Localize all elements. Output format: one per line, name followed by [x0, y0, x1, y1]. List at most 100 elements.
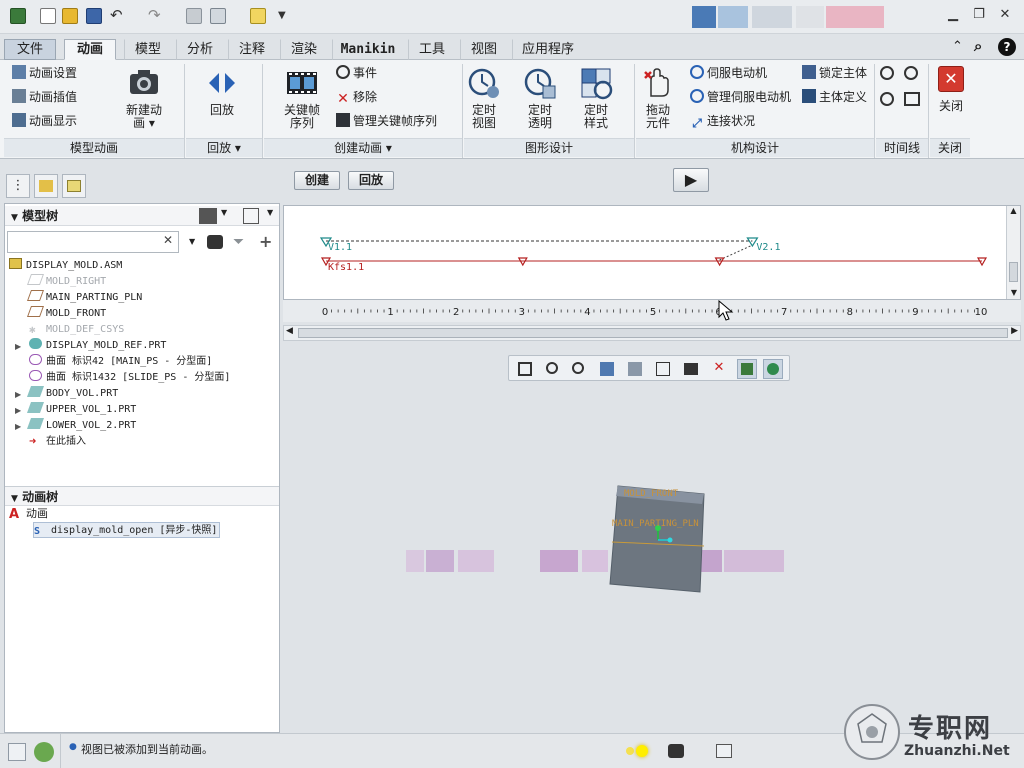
lock-body-button[interactable]: 锁定主体 [802, 63, 867, 83]
connection-status-button[interactable]: ⤢ 连接状况 [690, 111, 755, 131]
collapse-arrow-icon[interactable]: ▼ [5, 494, 18, 504]
display-style-icon[interactable] [625, 359, 645, 379]
tree-item-surface[interactable]: 曲面 标识1432 [SLIDE_PS - 分型面] [29, 370, 230, 386]
zoom-in-icon[interactable] [543, 359, 563, 379]
expand-arrow-icon[interactable]: ▶ [15, 406, 21, 415]
open-folder-icon[interactable] [62, 8, 78, 24]
body-definition-button[interactable]: 主体定义 [802, 87, 867, 107]
tree-item-datum-plane[interactable]: MOLD_RIGHT [26, 274, 106, 290]
drag-component-button[interactable]: 拖动 元件 [638, 66, 678, 130]
create-button[interactable]: 创建 [294, 171, 340, 190]
windows-icon[interactable] [210, 8, 226, 24]
expand-arrow-icon[interactable]: ▶ [15, 390, 21, 399]
tree-search-input[interactable] [7, 231, 179, 253]
manage-servo-button[interactable]: 管理伺服电动机 [690, 87, 791, 107]
show-dropdown-icon[interactable]: ▼ [267, 208, 273, 217]
binoculars-icon[interactable] [207, 235, 223, 249]
zoom-out-icon[interactable] [569, 359, 589, 379]
tree-toggle-icon[interactable] [8, 743, 26, 761]
scroll-thumb[interactable] [1009, 262, 1018, 282]
minimize-icon[interactable]: ▁ [946, 8, 960, 22]
search-dropdown-icon[interactable]: ▼ [189, 237, 195, 246]
scroll-right-icon[interactable]: ▶ [1011, 326, 1018, 336]
animation-interp-button[interactable]: 动画插值 [12, 87, 77, 107]
group-label-playback[interactable]: 回放 ▾ [186, 138, 262, 157]
group-label-create-animation[interactable]: 创建动画 ▾ [264, 138, 462, 157]
redo-icon[interactable]: ↷ [148, 8, 164, 24]
add-icon[interactable]: + [259, 232, 272, 251]
clear-search-icon[interactable]: ✕ [163, 233, 173, 247]
expand-arrow-icon[interactable]: ▶ [15, 422, 21, 431]
tab-model[interactable]: 模型 [124, 39, 172, 60]
quick-access-dropdown-icon[interactable]: ▼ [278, 8, 294, 24]
help-icon[interactable]: ? [998, 38, 1016, 56]
folder-tab[interactable] [34, 174, 58, 198]
tree-item-part[interactable]: DISPLAY_MOLD_REF.PRT [29, 338, 166, 354]
timed-view-button[interactable]: 定时 视图 [464, 66, 504, 130]
timeline-vertical-scrollbar[interactable]: ▲ ▼ [1006, 206, 1020, 299]
timeline-frame-icon[interactable] [904, 92, 920, 106]
chevron-up-icon[interactable]: ⌃ [952, 39, 963, 54]
event-button[interactable]: 事件 [336, 63, 377, 83]
tree-item-datum-plane[interactable]: MAIN_PARTING_PLN [26, 290, 142, 306]
tab-file[interactable]: 文件 [4, 39, 56, 60]
playback-button[interactable]: 回放 [196, 66, 248, 117]
refit-icon[interactable] [515, 359, 535, 379]
tab-tools[interactable]: 工具 [408, 39, 456, 60]
manage-keyframe-sequence-button[interactable]: 管理关键帧序列 [336, 111, 437, 131]
play-button[interactable]: ▶ [673, 168, 709, 192]
tab-render[interactable]: 渲染 [280, 39, 328, 60]
regenerate-icon[interactable] [186, 8, 202, 24]
horizontal-scroll-thumb[interactable] [298, 328, 1008, 338]
settings-dropdown-icon[interactable]: ▼ [221, 208, 227, 217]
tree-item-assembly[interactable]: DISPLAY_MOLD.ASM [9, 258, 122, 274]
scroll-up-icon[interactable]: ▲ [1007, 206, 1020, 215]
collapse-arrow-icon[interactable]: ▼ [5, 213, 18, 223]
show-options-icon[interactable] [243, 208, 259, 224]
tab-manikin[interactable]: Manikin [332, 39, 404, 60]
find-binoculars-icon[interactable] [668, 744, 684, 758]
annotation-display-icon[interactable] [763, 359, 783, 379]
tree-item-surface[interactable]: 曲面 标识42 [MAIN_PS - 分型面] [29, 354, 212, 370]
save-icon[interactable] [86, 8, 102, 24]
zoom-in-icon[interactable] [880, 66, 894, 80]
browser-toggle-icon[interactable] [34, 742, 54, 762]
saved-orientations-icon[interactable] [653, 359, 673, 379]
tab-view[interactable]: 视图 [460, 39, 508, 60]
tree-item-volume[interactable]: BODY_VOL.PRT [26, 386, 118, 402]
playback-mode-button[interactable]: 回放 [348, 171, 394, 190]
timed-style-button[interactable]: 定时 样式 [576, 66, 616, 130]
model-tree-tab[interactable]: ⋮ [6, 174, 30, 198]
close-icon[interactable]: ✕ [998, 8, 1012, 22]
favorites-tab[interactable] [62, 174, 86, 198]
tab-annotation[interactable]: 注释 [228, 39, 276, 60]
search-icon[interactable]: ⌕ [974, 37, 982, 55]
remove-button[interactable]: ✕ 移除 [336, 87, 377, 107]
timeline-horizontal-scrollbar[interactable]: ◀ ▶ [283, 325, 1021, 341]
tree-item-volume[interactable]: UPPER_VOL_1.PRT [26, 402, 136, 418]
undo-icon[interactable]: ↶ [110, 8, 126, 24]
servo-motor-button[interactable]: 伺服电动机 [690, 63, 767, 83]
tree-settings-icon[interactable] [199, 208, 217, 224]
new-file-icon[interactable] [40, 8, 56, 24]
repaint-icon[interactable] [597, 359, 617, 379]
animation-settings-button[interactable]: 动画设置 [12, 63, 77, 83]
expand-arrow-icon[interactable]: ▶ [15, 342, 21, 351]
filter-icon[interactable]: ⏷ [233, 234, 244, 250]
keyframe-sequence-button[interactable]: 关键帧 序列 [276, 66, 328, 130]
datum-display-icon[interactable]: ✕ [709, 359, 729, 379]
animation-tree-root[interactable]: A 动画 [9, 506, 48, 522]
animation-display-button[interactable]: 动画显示 [12, 111, 77, 131]
zoom-out-icon[interactable] [904, 66, 918, 80]
restore-icon[interactable]: ❐ [972, 8, 986, 22]
spin-center-icon[interactable] [737, 359, 757, 379]
scroll-down-icon[interactable]: ▼ [1007, 288, 1021, 297]
close-window-icon[interactable] [250, 8, 266, 24]
animation-tree-item[interactable]: Sdisplay_mold_open [异步-快照] [33, 522, 221, 538]
tab-animation[interactable]: 动画 [64, 39, 116, 60]
scroll-left-icon[interactable]: ◀ [286, 326, 293, 336]
tab-analysis[interactable]: 分析 [176, 39, 224, 60]
new-animation-button[interactable]: 新建动 画 ▾ [118, 66, 170, 130]
close-button[interactable]: ✕ 关闭 [932, 66, 970, 113]
view-manager-icon[interactable] [681, 359, 701, 379]
